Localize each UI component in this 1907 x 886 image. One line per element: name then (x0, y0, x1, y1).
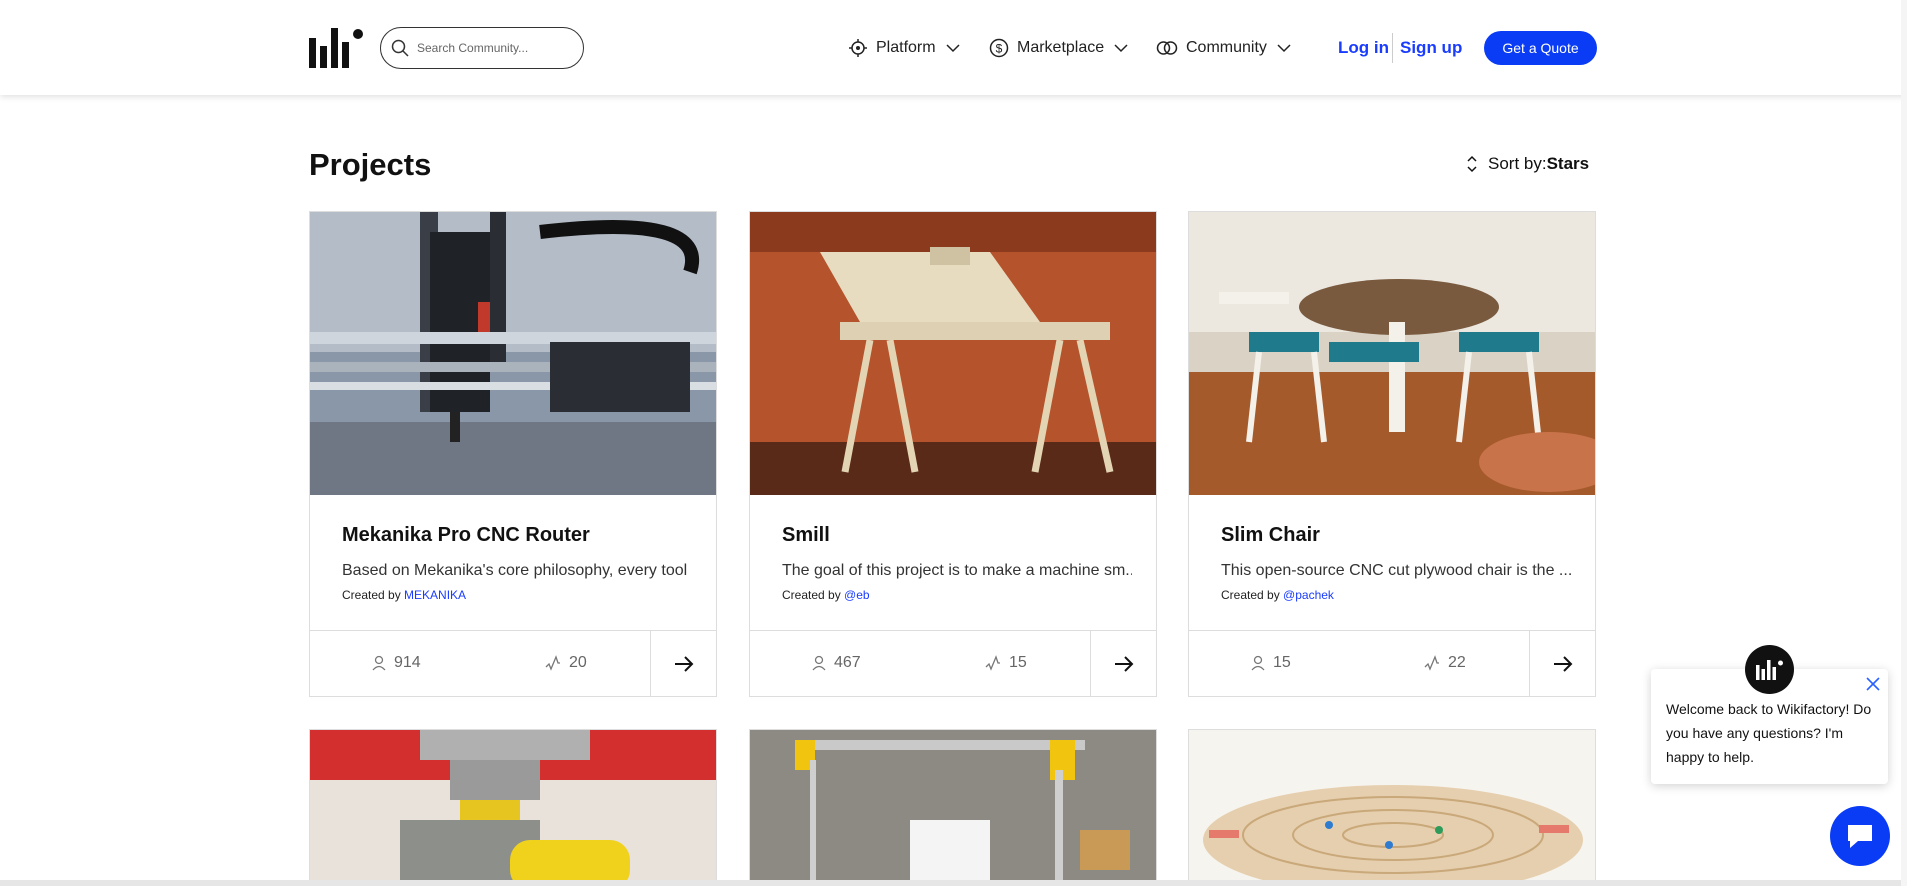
project-title[interactable]: Slim Chair (1221, 524, 1320, 547)
get-quote-button[interactable]: Get a Quote (1484, 31, 1597, 65)
login-link[interactable]: Log in (1338, 38, 1389, 58)
followers-count: 914 (394, 654, 421, 671)
project-title[interactable]: Mekanika Pro CNC Router (342, 524, 590, 547)
stars-stat: 22 (1424, 654, 1466, 672)
bottom-shadow (0, 880, 1907, 886)
project-card[interactable] (309, 729, 717, 886)
chevron-down-icon (1277, 44, 1291, 53)
project-image[interactable] (750, 212, 1156, 495)
followers-count: 467 (834, 654, 861, 671)
card-footer: 15 22 (1189, 630, 1595, 697)
wikifactory-logo-icon (1755, 659, 1783, 680)
search-box[interactable] (380, 27, 584, 69)
chat-launcher-button[interactable] (1830, 806, 1890, 866)
created-by-label: Created by (782, 588, 841, 602)
signup-link[interactable]: Sign up (1400, 38, 1462, 58)
sort-value: Stars (1546, 154, 1590, 173)
chat-message: Welcome back to Wikifactory! Do you have… (1666, 701, 1872, 765)
chat-icon (1848, 825, 1872, 848)
project-description: This open-source CNC cut plywood chair i… (1221, 562, 1571, 579)
stars-stat: 15 (985, 654, 1027, 672)
chat-close-button[interactable] (1866, 677, 1880, 696)
sort-icon (1467, 155, 1477, 173)
nav-community-label: Community (1186, 39, 1267, 56)
project-creator: Created by @eb (782, 588, 870, 602)
activity-icon (545, 655, 560, 671)
project-card[interactable]: Slim Chair This open-source CNC cut plyw… (1188, 211, 1596, 697)
stars-stat: 20 (545, 654, 587, 672)
top-navbar: Platform $ Marketplace Community Log in … (0, 0, 1907, 95)
project-card[interactable] (749, 729, 1157, 886)
page-scrollbar[interactable] (1901, 0, 1907, 886)
nav-marketplace-label: Marketplace (1017, 39, 1105, 56)
nav-platform[interactable]: Platform (848, 36, 960, 60)
chat-avatar (1745, 645, 1794, 694)
creator-link[interactable]: @eb (844, 588, 870, 602)
open-project-button[interactable] (1090, 631, 1156, 697)
created-by-label: Created by (342, 588, 401, 602)
search-input[interactable] (417, 41, 567, 55)
project-description: Based on Mekanika's core philosophy, eve… (342, 562, 692, 579)
search-icon (391, 39, 409, 57)
close-icon (1866, 677, 1880, 691)
created-by-label: Created by (1221, 588, 1280, 602)
project-creator: Created by MEKANIKA (342, 588, 466, 602)
open-project-button[interactable] (1529, 631, 1595, 697)
project-title[interactable]: Smill (782, 524, 830, 547)
project-creator: Created by @pachek (1221, 588, 1334, 602)
card-footer: 467 15 (750, 630, 1156, 697)
user-icon (372, 655, 386, 671)
arrow-right-icon (1553, 656, 1572, 672)
user-icon (812, 655, 826, 671)
followers-stat: 467 (812, 654, 861, 672)
sort-label: Sort by: (1488, 154, 1547, 173)
wikifactory-logo-icon[interactable] (309, 28, 365, 68)
project-image[interactable] (310, 212, 716, 495)
arrow-right-icon (674, 656, 693, 672)
project-card[interactable]: Smill The goal of this project is to mak… (749, 211, 1157, 697)
open-project-button[interactable] (650, 631, 716, 697)
stars-count: 15 (1009, 654, 1027, 671)
arrow-right-icon (1114, 656, 1133, 672)
svg-text:$: $ (996, 42, 1003, 56)
creator-link[interactable]: @pachek (1283, 588, 1334, 602)
followers-stat: 914 (372, 654, 421, 672)
nav-platform-label: Platform (876, 39, 936, 56)
marketplace-icon: $ (989, 38, 1009, 58)
activity-icon (985, 655, 1000, 671)
project-card[interactable] (1188, 729, 1596, 886)
stars-count: 20 (569, 654, 587, 671)
project-card[interactable]: Mekanika Pro CNC Router Based on Mekanik… (309, 211, 717, 697)
crosshair-icon (849, 39, 867, 57)
chevron-down-icon (1114, 44, 1128, 53)
nav-community[interactable]: Community (1156, 36, 1291, 60)
project-image[interactable] (750, 730, 1157, 886)
project-image[interactable] (1189, 212, 1595, 495)
activity-icon (1424, 655, 1439, 671)
creator-link[interactable]: MEKANIKA (404, 588, 466, 602)
sort-control[interactable]: Sort by: Stars (1466, 154, 1589, 174)
followers-count: 15 (1273, 654, 1291, 671)
page-title: Projects (309, 147, 432, 182)
project-image[interactable] (310, 730, 717, 886)
chevron-down-icon (946, 44, 960, 53)
community-icon (1156, 41, 1178, 55)
stars-count: 22 (1448, 654, 1466, 671)
project-image[interactable] (1189, 730, 1596, 886)
followers-stat: 15 (1251, 654, 1291, 672)
header-divider (1392, 33, 1393, 63)
project-description: The goal of this project is to make a ma… (782, 562, 1132, 579)
user-icon (1251, 655, 1265, 671)
nav-marketplace[interactable]: $ Marketplace (989, 36, 1128, 60)
card-footer: 914 20 (310, 630, 716, 697)
